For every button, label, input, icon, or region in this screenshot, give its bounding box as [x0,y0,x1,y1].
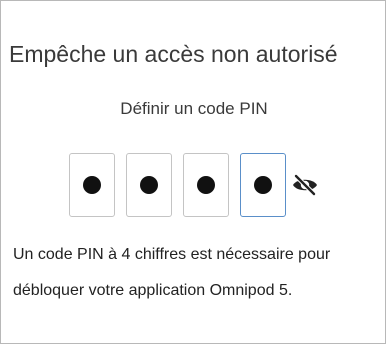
pin-dot [140,176,158,194]
pin-digit-2[interactable] [126,153,172,217]
pin-setup-card: Empêche un accès non autorisé Définir un… [0,0,386,344]
eye-slash-icon[interactable] [291,173,319,197]
pin-description: Un code PIN à 4 chiffres est nécessaire … [13,246,331,299]
pin-digit-4[interactable] [240,153,286,217]
page-title: Empêche un accès non autorisé [9,41,338,67]
pin-digit-3[interactable] [183,153,229,217]
pin-digit-1[interactable] [69,153,115,217]
pin-dot [254,176,272,194]
pin-dot [83,176,101,194]
page-subtitle: Définir un code PIN [120,99,268,118]
pin-dot [197,176,215,194]
